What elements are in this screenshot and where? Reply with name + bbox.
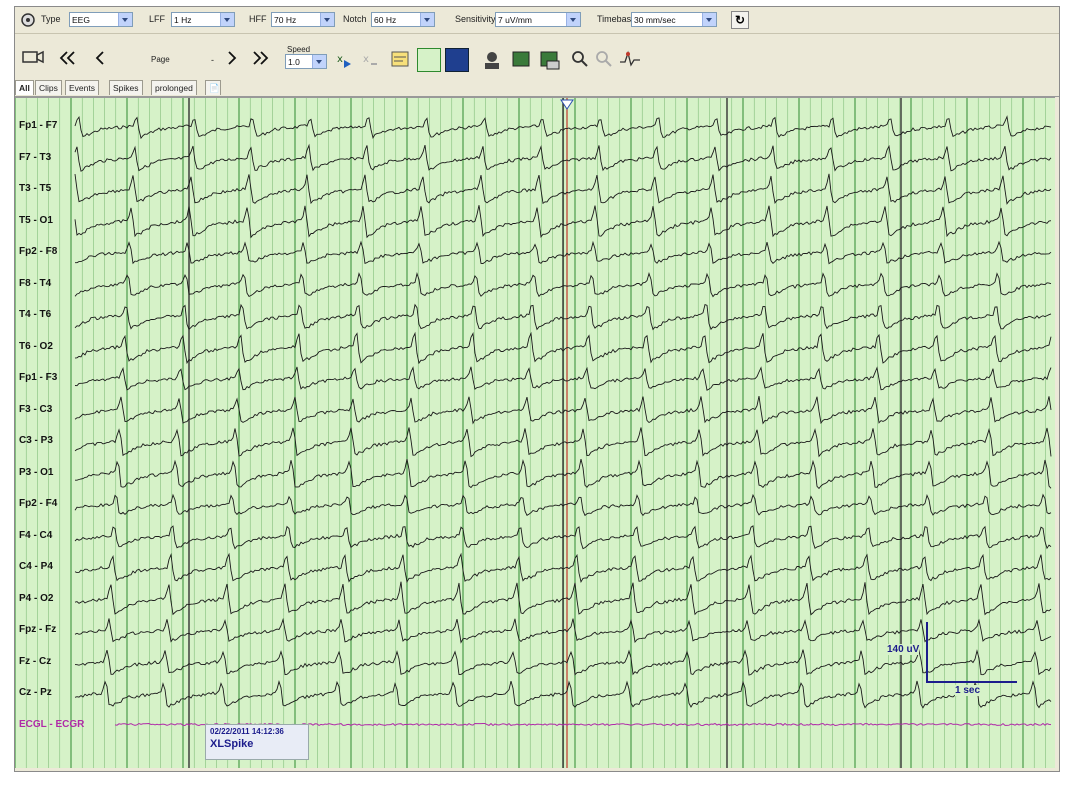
chevron-down-icon[interactable]	[566, 13, 580, 26]
channel-label[interactable]: Fp1 - F3	[19, 372, 57, 383]
settings-gear-icon[interactable]	[19, 11, 37, 29]
chevron-down-icon[interactable]	[220, 13, 234, 26]
channel-label[interactable]: F3 - C3	[19, 404, 52, 415]
page-separator: -	[211, 55, 214, 65]
timebase-value: 30 mm/sec	[634, 15, 676, 25]
lff-select[interactable]: 1 Hz	[171, 12, 235, 27]
channel-label[interactable]: Fpz - Fz	[19, 624, 56, 635]
time-scale-label: 1 sec	[955, 685, 981, 696]
channel-label[interactable]: T5 - O1	[19, 215, 53, 226]
refresh-icon[interactable]: ↻	[731, 11, 749, 29]
type-label: Type	[41, 14, 61, 24]
svg-text:x: x	[363, 54, 369, 65]
annotation-timestamp: 02/22/2011 14:12:36	[210, 727, 284, 736]
video-camera-icon[interactable]	[21, 48, 45, 66]
channel-label[interactable]: Fp1 - F7	[19, 120, 57, 131]
timebase-select[interactable]: 30 mm/sec	[631, 12, 717, 27]
channel-label[interactable]: T3 - T5	[19, 183, 51, 194]
zoom-out-icon[interactable]	[595, 50, 613, 68]
tab-all[interactable]: All	[15, 80, 34, 95]
spectrum-view-icon[interactable]	[445, 48, 469, 72]
chevron-down-icon[interactable]	[420, 13, 434, 26]
svg-text:x: x	[337, 54, 343, 65]
sensitivity-select[interactable]: 7 uV/mm	[495, 12, 581, 27]
navigation-toolbar: Page - Speed 1.0 x x	[15, 34, 1059, 78]
annotation-label: XLSpike	[210, 738, 254, 750]
type-value: EEG	[72, 15, 90, 25]
channel-up-icon[interactable]: x	[335, 51, 353, 69]
notch-select[interactable]: 60 Hz	[371, 12, 435, 27]
zoom-in-icon[interactable]	[571, 50, 589, 68]
channel-label[interactable]: C3 - P3	[19, 435, 53, 446]
chevron-down-icon[interactable]	[118, 13, 132, 26]
channel-label[interactable]: Fp2 - F8	[19, 246, 57, 257]
tab-events[interactable]: Events	[65, 80, 99, 95]
patient-info-icon[interactable]	[481, 49, 503, 71]
tab-clips[interactable]: Clips	[35, 80, 62, 95]
rewind-fast-icon[interactable]	[59, 49, 77, 67]
channel-label[interactable]: T4 - T6	[19, 309, 51, 320]
hff-value: 70 Hz	[274, 15, 297, 25]
tab-spikes[interactable]: Spikes	[109, 80, 143, 95]
eeg-waveform-canvas[interactable]	[15, 98, 1055, 768]
channel-label[interactable]: P3 - O1	[19, 467, 53, 478]
eeg-viewer-window: Type EEG LFF 1 Hz HFF 70 Hz Notch 60 Hz …	[14, 6, 1060, 772]
lff-label: LFF	[149, 14, 166, 24]
lff-value: 1 Hz	[174, 15, 192, 25]
settings-toolbar: Type EEG LFF 1 Hz HFF 70 Hz Notch 60 Hz …	[15, 7, 1059, 34]
channel-label[interactable]: P4 - O2	[19, 593, 53, 604]
amplitude-scale-label: 140 uV	[887, 644, 920, 655]
spike-marker-icon[interactable]	[619, 50, 641, 68]
speed-value: 1.0	[288, 57, 300, 67]
speed-stepper[interactable]: 1.0	[285, 54, 327, 69]
print-icon[interactable]	[539, 49, 561, 71]
notch-value: 60 Hz	[374, 15, 397, 25]
sensitivity-value: 7 uV/mm	[498, 15, 533, 25]
eeg-trace-area[interactable]: Fp1 - F7 F7 - T3 T3 - T5 T5 - O1 Fp2 - F8 F8 …	[15, 97, 1055, 768]
step-back-icon[interactable]	[91, 49, 109, 67]
export-icon[interactable]	[511, 49, 533, 71]
page-label: Page	[151, 55, 170, 64]
view-tabs: All Clips Events Spikes prolonged 📄	[15, 78, 1059, 97]
hff-label: HFF	[249, 14, 267, 24]
event-annotation[interactable]: 02/22/2011 14:12:36 XLSpike	[205, 724, 309, 760]
chevron-down-icon[interactable]	[320, 13, 334, 26]
channel-label[interactable]: T6 - O2	[19, 341, 53, 352]
step-forward-icon[interactable]	[223, 49, 241, 67]
montage-icon[interactable]	[389, 49, 411, 71]
notch-label: Notch	[343, 14, 367, 24]
hff-select[interactable]: 70 Hz	[271, 12, 335, 27]
channel-label[interactable]: Fz - Cz	[19, 656, 51, 667]
waveform-view-icon[interactable]	[417, 48, 441, 72]
forward-fast-icon[interactable]	[251, 49, 269, 67]
channel-label[interactable]: C4 - P4	[19, 561, 53, 572]
channel-label[interactable]: F8 - T4	[19, 278, 51, 289]
spin-arrows-icon[interactable]	[312, 55, 326, 68]
channel-label[interactable]: F7 - T3	[19, 152, 51, 163]
channel-down-icon[interactable]: x	[361, 51, 379, 69]
new-tab-icon[interactable]: 📄	[205, 80, 221, 95]
chevron-down-icon[interactable]	[702, 13, 716, 26]
type-select[interactable]: EEG	[69, 12, 133, 27]
channel-label[interactable]: Fp2 - F4	[19, 498, 57, 509]
channel-label[interactable]: ECGL - ECGR	[19, 719, 84, 730]
sensitivity-label: Sensitivity	[455, 14, 496, 24]
tab-prolonged[interactable]: prolonged	[151, 80, 197, 95]
channel-label[interactable]: F4 - C4	[19, 530, 52, 541]
channel-label[interactable]: Cz - Pz	[19, 687, 52, 698]
